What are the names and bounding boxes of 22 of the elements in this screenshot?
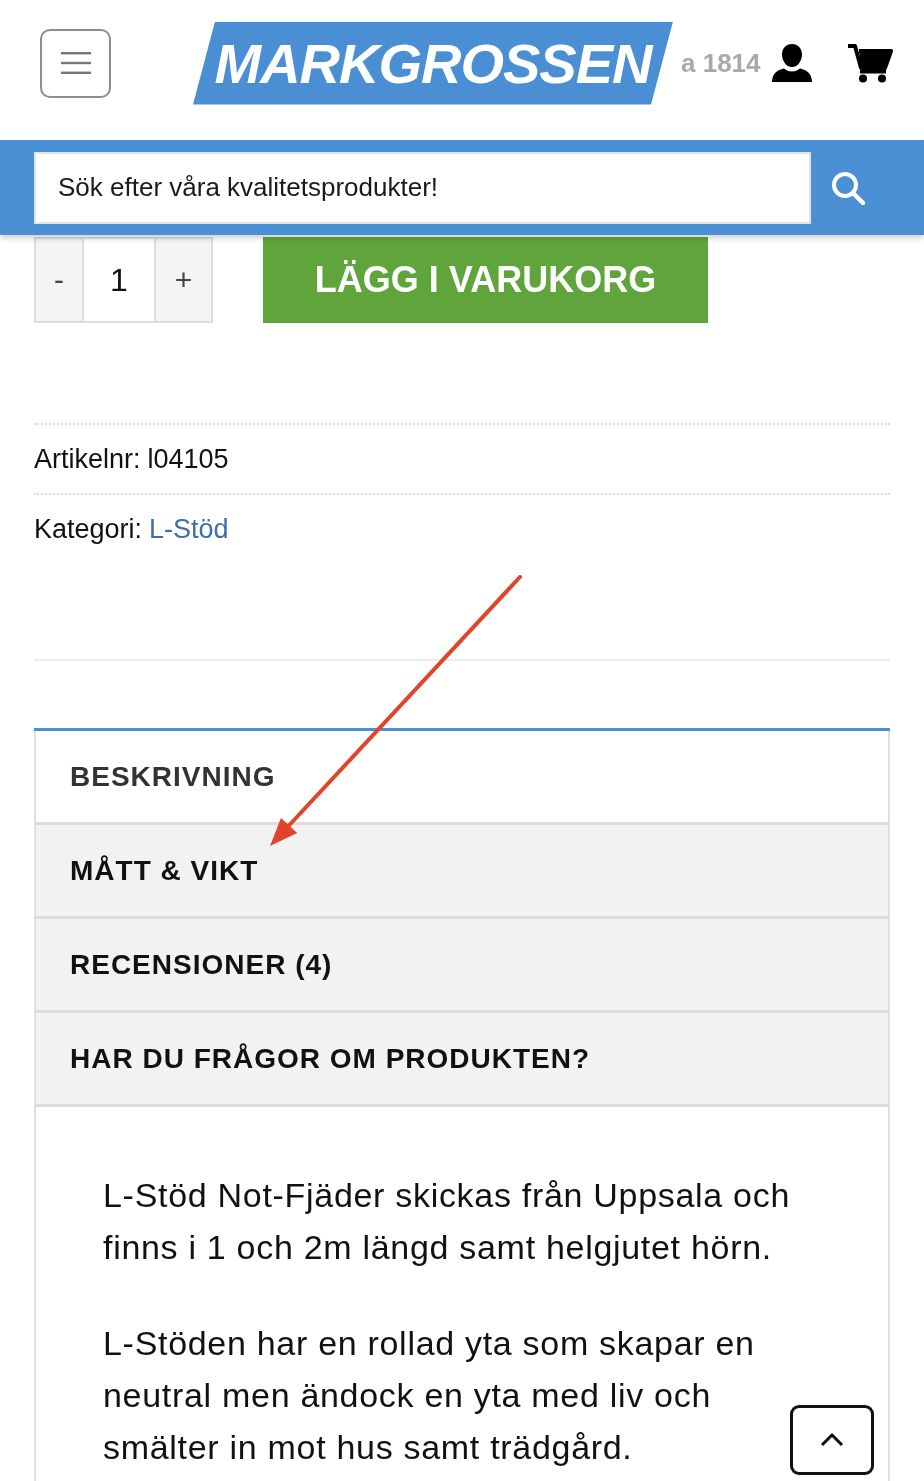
tab[interactable]: BESKRIVNING: [34, 731, 890, 825]
category-link[interactable]: L-Stöd: [149, 513, 229, 545]
menu-button[interactable]: [40, 28, 111, 98]
back-to-top-button[interactable]: [790, 1405, 874, 1475]
meta-label: Artikelnr:: [34, 443, 141, 475]
caret-up-icon: [820, 1433, 844, 1447]
increase-button[interactable]: +: [154, 237, 213, 323]
description-paragraph: L-Stöden har en rollad yta som skapar en neutral men ändock en yta med liv och smälter in mot hus samt trädgård.: [103, 1323, 756, 1468]
tab[interactable]: RECENSIONER (4): [34, 919, 890, 1013]
header-tagline: a 1814: [681, 47, 761, 79]
user-icon[interactable]: [772, 44, 812, 82]
description-paragraph: L-Stöd Not-Fjäder skickas från Uppsala och finns i 1 och 2m längd samt helgjutet hörn.: [103, 1175, 792, 1268]
tab[interactable]: MÅTT & VIKT: [34, 825, 890, 919]
meta-value: l04105: [147, 443, 229, 475]
quantity-field[interactable]: 1: [84, 237, 154, 323]
menu-icon: [60, 52, 91, 74]
cart-icon[interactable]: [848, 43, 893, 83]
meta-label: Kategori:: [34, 513, 143, 545]
tab[interactable]: HAR DU FRÅGOR OM PRODUKTEN?: [34, 1013, 890, 1107]
search-field[interactable]: Sök efter våra kvalitetsprodukter!: [34, 151, 811, 224]
search-icon: [831, 170, 865, 205]
decrease-button[interactable]: -: [34, 237, 84, 323]
